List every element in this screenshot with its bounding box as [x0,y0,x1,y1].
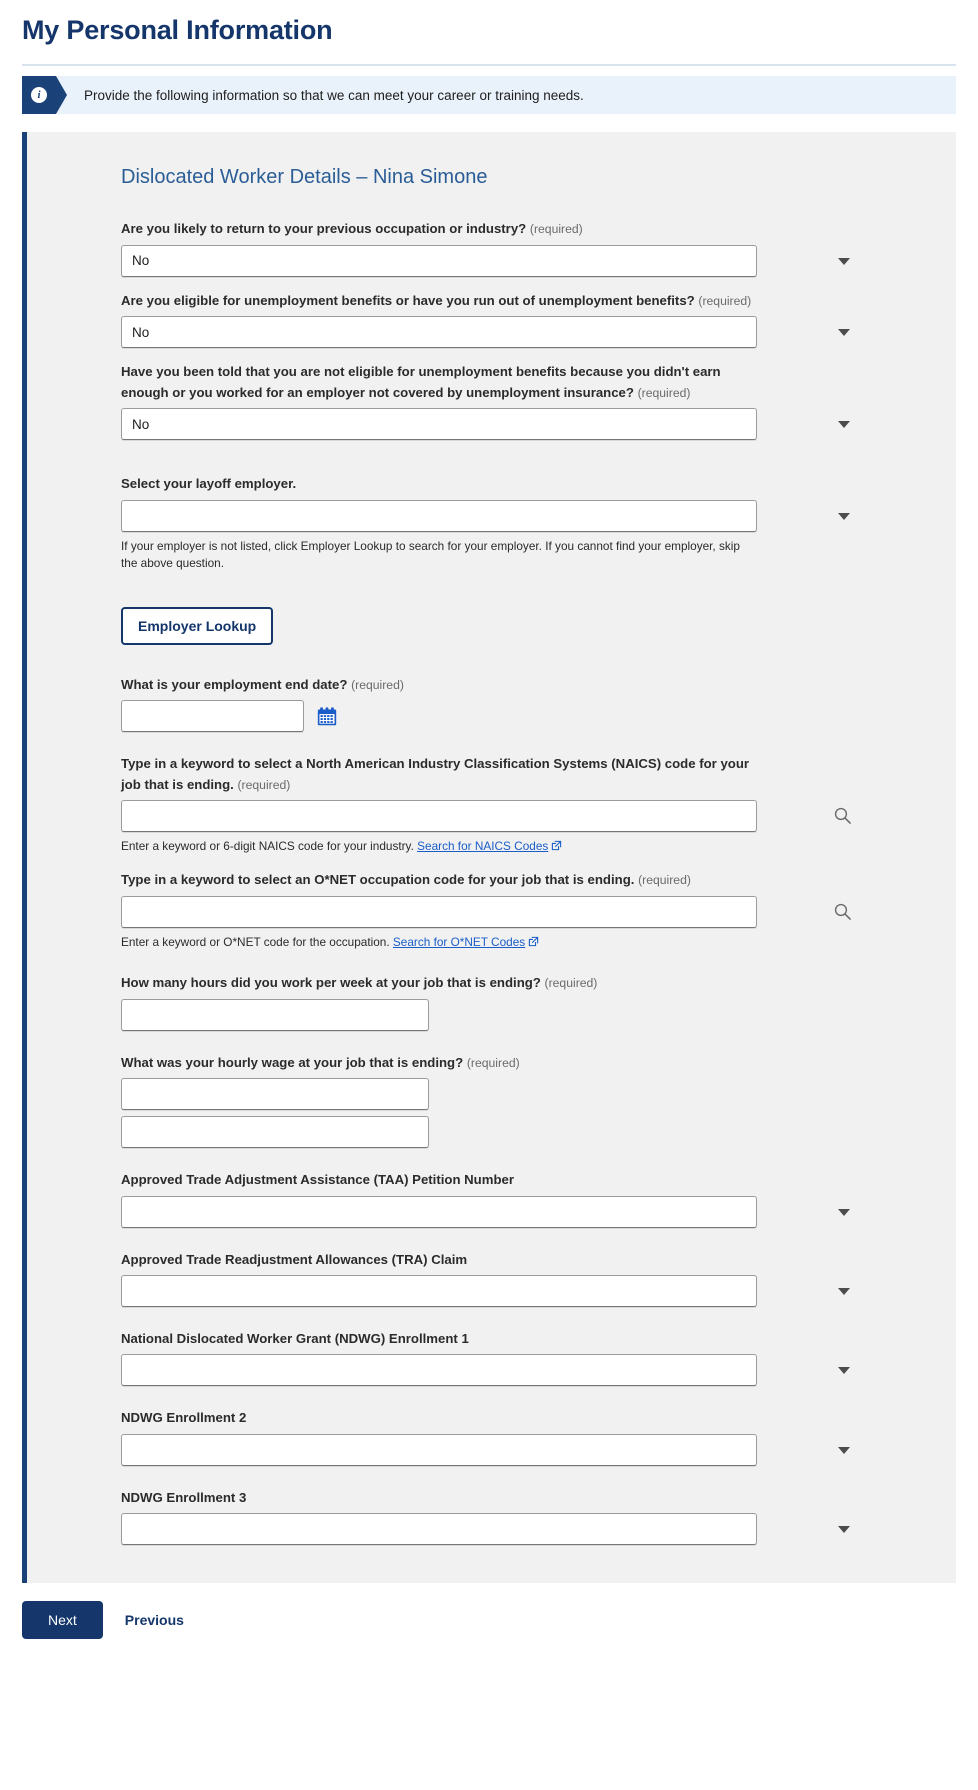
naics-helper-text: Enter a keyword or 6-digit NAICS code fo… [121,838,751,856]
info-banner: i Provide the following information so t… [22,76,956,115]
next-button[interactable]: Next [22,1601,103,1640]
field-taa-petition-number: Approved Trade Adjustment Assistance (TA… [121,1170,862,1228]
field-label: National Dislocated Worker Grant (NDWG) … [121,1329,761,1349]
field-label-text: Type in a keyword to select a North Amer… [121,756,750,792]
external-link-icon [528,936,539,946]
field-ndwg-enrollment-2: NDWG Enrollment 2 [121,1408,862,1466]
search-icon [834,808,851,825]
field-hourly-wage: What was your hourly wage at your job th… [121,1053,862,1149]
calendar-icon[interactable] [316,706,338,727]
field-label-text: Are you likely to return to your previou… [121,221,527,237]
form-panel: Dislocated Worker Details – Nina Simone … [22,132,956,1584]
field-label-text: Are you eligible for unemployment benefi… [121,292,695,308]
field-return-to-occupation: Are you likely to return to your previou… [121,219,862,277]
info-icon: i [22,76,67,115]
field-label: How many hours did you work per week at … [121,973,761,993]
select-return-to-occupation[interactable]: No [121,244,757,277]
field-label: NDWG Enrollment 3 [121,1488,761,1508]
field-label-text: Approved Trade Readjustment Allowances (… [121,1251,468,1267]
field-eligible-unemployment-benefits: Are you eligible for unemployment benefi… [121,291,862,349]
field-label: Select your layoff employer. [121,474,761,494]
page-title: My Personal Information [22,15,333,45]
field-label-text: What is your employment end date? [121,677,348,693]
chevron-down-icon [838,421,850,429]
search-naics-codes-link[interactable]: Search for NAICS Codes [417,839,548,853]
chevron-down-icon [838,1367,850,1375]
onet-search-input[interactable] [121,895,757,928]
select-layoff-employer[interactable] [121,499,757,532]
hourly-wage-secondary-input[interactable] [121,1116,429,1149]
field-label: Are you likely to return to your previou… [121,219,761,239]
field-ndwg-enrollment-3: NDWG Enrollment 3 [121,1488,862,1546]
info-banner-message: Provide the following information so tha… [84,87,584,103]
chevron-down-icon [838,1288,850,1296]
onet-helper-text: Enter a keyword or O*NET code for the oc… [121,934,751,952]
previous-button[interactable]: Previous [111,1601,198,1639]
required-tag: (required) [637,385,691,400]
field-label-text: NDWG Enrollment 2 [121,1410,247,1426]
naics-search-input[interactable] [121,800,757,833]
chevron-down-icon [838,257,850,265]
chevron-down-icon [838,512,850,520]
chevron-down-icon [838,329,850,337]
field-tra-claim: Approved Trade Readjustment Allowances (… [121,1250,862,1308]
field-employment-end-date: What is your employment end date? (requi… [121,675,862,733]
hourly-wage-input[interactable] [121,1078,429,1111]
field-label-text: Select your layoff employer. [121,476,297,492]
required-tag: (required) [237,777,291,792]
field-label-text: How many hours did you work per week at … [121,975,541,991]
field-label-text: NDWG Enrollment 3 [121,1489,247,1505]
required-tag: (required) [638,873,691,888]
layoff-employer-helper-text: If your employer is not listed, click Em… [121,538,740,571]
search-icon [834,903,851,920]
field-label: Approved Trade Readjustment Allowances (… [121,1250,761,1270]
field-naics-code: Type in a keyword to select a North Amer… [121,754,862,856]
field-label-text: Approved Trade Adjustment Assistance (TA… [121,1172,514,1188]
select-ndwg-enrollment-1[interactable] [121,1354,757,1387]
select-not-eligible-reason[interactable]: No [121,408,757,441]
select-taa-petition-number[interactable] [121,1195,757,1228]
info-icon-glyph: i [31,87,47,104]
section-title: Dislocated Worker Details – Nina Simone [121,166,488,189]
hours-per-week-input[interactable] [121,998,429,1031]
field-label-text: Type in a keyword to select an O*NET occ… [121,872,635,888]
field-onet-code: Type in a keyword to select an O*NET occ… [121,870,862,951]
chevron-down-icon [838,1208,850,1216]
field-layoff-employer: Select your layoff employer. If your emp… [121,474,862,573]
employer-lookup-button[interactable]: Employer Lookup [121,607,274,646]
field-ndwg-enrollment-1: National Dislocated Worker Grant (NDWG) … [121,1329,862,1387]
field-label: Type in a keyword to select a North Amer… [121,754,761,795]
chevron-down-icon [838,1526,850,1534]
field-label: What was your hourly wage at your job th… [121,1053,761,1073]
field-label: Approved Trade Adjustment Assistance (TA… [121,1170,761,1190]
field-label-text: What was your hourly wage at your job th… [121,1054,464,1070]
employment-end-date-input[interactable] [121,700,304,733]
title-divider [22,64,956,67]
required-tag: (required) [544,976,598,991]
chevron-down-icon [838,1446,850,1454]
search-onet-codes-link[interactable]: Search for O*NET Codes [393,935,525,949]
select-ndwg-enrollment-2[interactable] [121,1433,757,1466]
required-tag: (required) [529,222,583,237]
required-tag: (required) [466,1055,520,1070]
select-tra-claim[interactable] [121,1275,757,1308]
required-tag: (required) [698,293,752,308]
field-label-text: National Dislocated Worker Grant (NDWG) … [121,1331,469,1347]
field-label: Are you eligible for unemployment benefi… [121,291,761,311]
field-label: Type in a keyword to select an O*NET occ… [121,870,761,890]
field-label-text: Have you been told that you are not elig… [121,364,721,400]
form-footer: Next Previous [22,1601,956,1665]
field-hours-per-week: How many hours did you work per week at … [121,973,862,1031]
naics-helper-prefix: Enter a keyword or 6-digit NAICS code fo… [121,839,414,854]
external-link-icon [552,841,562,851]
page-header: My Personal Information [0,0,978,56]
onet-helper-prefix: Enter a keyword or O*NET code for the oc… [121,934,390,949]
select-ndwg-enrollment-3[interactable] [121,1513,757,1546]
required-tag: (required) [351,678,404,693]
field-not-eligible-reason: Have you been told that you are not elig… [121,362,862,441]
select-eligible-unemployment-benefits[interactable]: No [121,316,757,349]
field-label: NDWG Enrollment 2 [121,1408,761,1428]
field-label: What is your employment end date? (requi… [121,675,761,695]
field-label: Have you been told that you are not elig… [121,362,761,403]
